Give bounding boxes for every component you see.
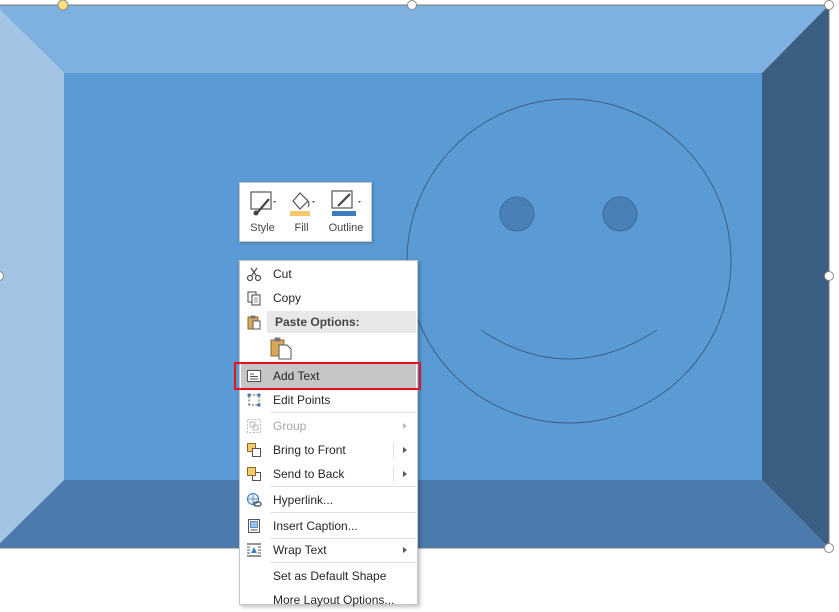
menu-separator: [270, 512, 416, 513]
bring-to-front-icon: [247, 443, 261, 457]
menu-label-bring-to-front: Bring to Front: [273, 443, 346, 457]
fill-button[interactable]: Fill: [285, 187, 318, 239]
resize-handle-right[interactable]: [824, 271, 834, 281]
shape-style-icon: [250, 191, 276, 216]
adjust-handle[interactable]: [57, 0, 69, 11]
scissors-icon: [246, 267, 262, 282]
menu-item-copy[interactable]: Copy: [241, 286, 416, 310]
menu-label-set-default-shape: Set as Default Shape: [273, 569, 387, 583]
bevel-right-face: [762, 5, 829, 548]
outline-button[interactable]: Outline: [324, 187, 368, 239]
group-icon: [247, 419, 261, 433]
menu-label-wrap-text: Wrap Text: [273, 543, 327, 557]
menu-item-bring-to-front[interactable]: Bring to Front: [241, 438, 416, 462]
menu-label-more-layout-options: More Layout Options...: [273, 593, 395, 607]
menu-item-hyperlink[interactable]: Hyperlink...: [241, 488, 416, 512]
fill-label: Fill: [294, 222, 309, 234]
menu-separator: [270, 486, 416, 487]
menu-item-group: Group: [241, 414, 416, 438]
edit-points-icon: [247, 393, 261, 407]
smiley-right-eye: [602, 196, 638, 232]
menu-label-insert-caption: Insert Caption...: [273, 519, 358, 533]
outline-label: Outline: [328, 222, 364, 234]
fill-bucket-icon: [290, 192, 315, 216]
resize-handle-bottom-right[interactable]: [824, 543, 834, 553]
annotation-highlight-box: [234, 362, 421, 390]
submenu-arrow-icon[interactable]: [403, 447, 407, 453]
style-label: Style: [250, 222, 275, 234]
copy-icon: [247, 291, 261, 306]
split-divider: [393, 466, 394, 482]
shape-outline-icon: [331, 190, 361, 216]
menu-separator: [270, 412, 416, 413]
submenu-arrow-icon[interactable]: [403, 471, 407, 477]
bevel-shape-canvas[interactable]: [0, 0, 839, 599]
bevel-left-face: [0, 9, 64, 544]
bevel-top-face: [0, 5, 829, 73]
resize-handle-top[interactable]: [407, 0, 417, 10]
menu-item-send-to-back[interactable]: Send to Back: [241, 462, 416, 486]
send-to-back-icon: [247, 467, 261, 481]
resize-handle-top-right[interactable]: [824, 0, 834, 10]
clipboard-icon: [247, 315, 261, 330]
smiley-left-eye: [499, 196, 535, 232]
hyperlink-globe-icon: [246, 492, 262, 507]
menu-label-copy: Copy: [273, 291, 302, 305]
menu-label-cut: Cut: [273, 267, 292, 281]
menu-item-more-layout-options[interactable]: More Layout Options...: [241, 588, 416, 612]
menu-item-set-default-shape[interactable]: Set as Default Shape: [241, 564, 416, 588]
menu-label-edit-points: Edit Points: [273, 393, 331, 407]
menu-label-hyperlink: Hyperlink...: [273, 493, 334, 507]
submenu-arrow-icon: [403, 423, 407, 429]
context-menu: Cut Copy Paste Options: Add Text Edit Po…: [239, 260, 418, 607]
menu-item-insert-caption[interactable]: Insert Caption...: [241, 514, 416, 538]
paste-options-header: Paste Options:: [241, 311, 416, 333]
paste-picture-icon: [270, 337, 292, 360]
caption-icon: [248, 519, 260, 533]
paste-keep-source-button[interactable]: [268, 335, 296, 361]
submenu-arrow-icon: [403, 547, 407, 553]
wrap-text-icon: [247, 543, 261, 557]
menu-separator: [270, 562, 416, 563]
menu-label-group: Group: [273, 419, 307, 433]
menu-item-cut[interactable]: Cut: [241, 262, 416, 286]
menu-item-wrap-text[interactable]: Wrap Text: [241, 538, 416, 562]
split-divider: [393, 442, 394, 458]
mini-toolbar: Style Fill Outline: [239, 182, 372, 242]
menu-item-edit-points[interactable]: Edit Points: [241, 388, 416, 412]
paste-options-label: Paste Options:: [275, 315, 360, 329]
style-button[interactable]: Style: [246, 187, 279, 239]
menu-label-send-to-back: Send to Back: [273, 467, 345, 481]
